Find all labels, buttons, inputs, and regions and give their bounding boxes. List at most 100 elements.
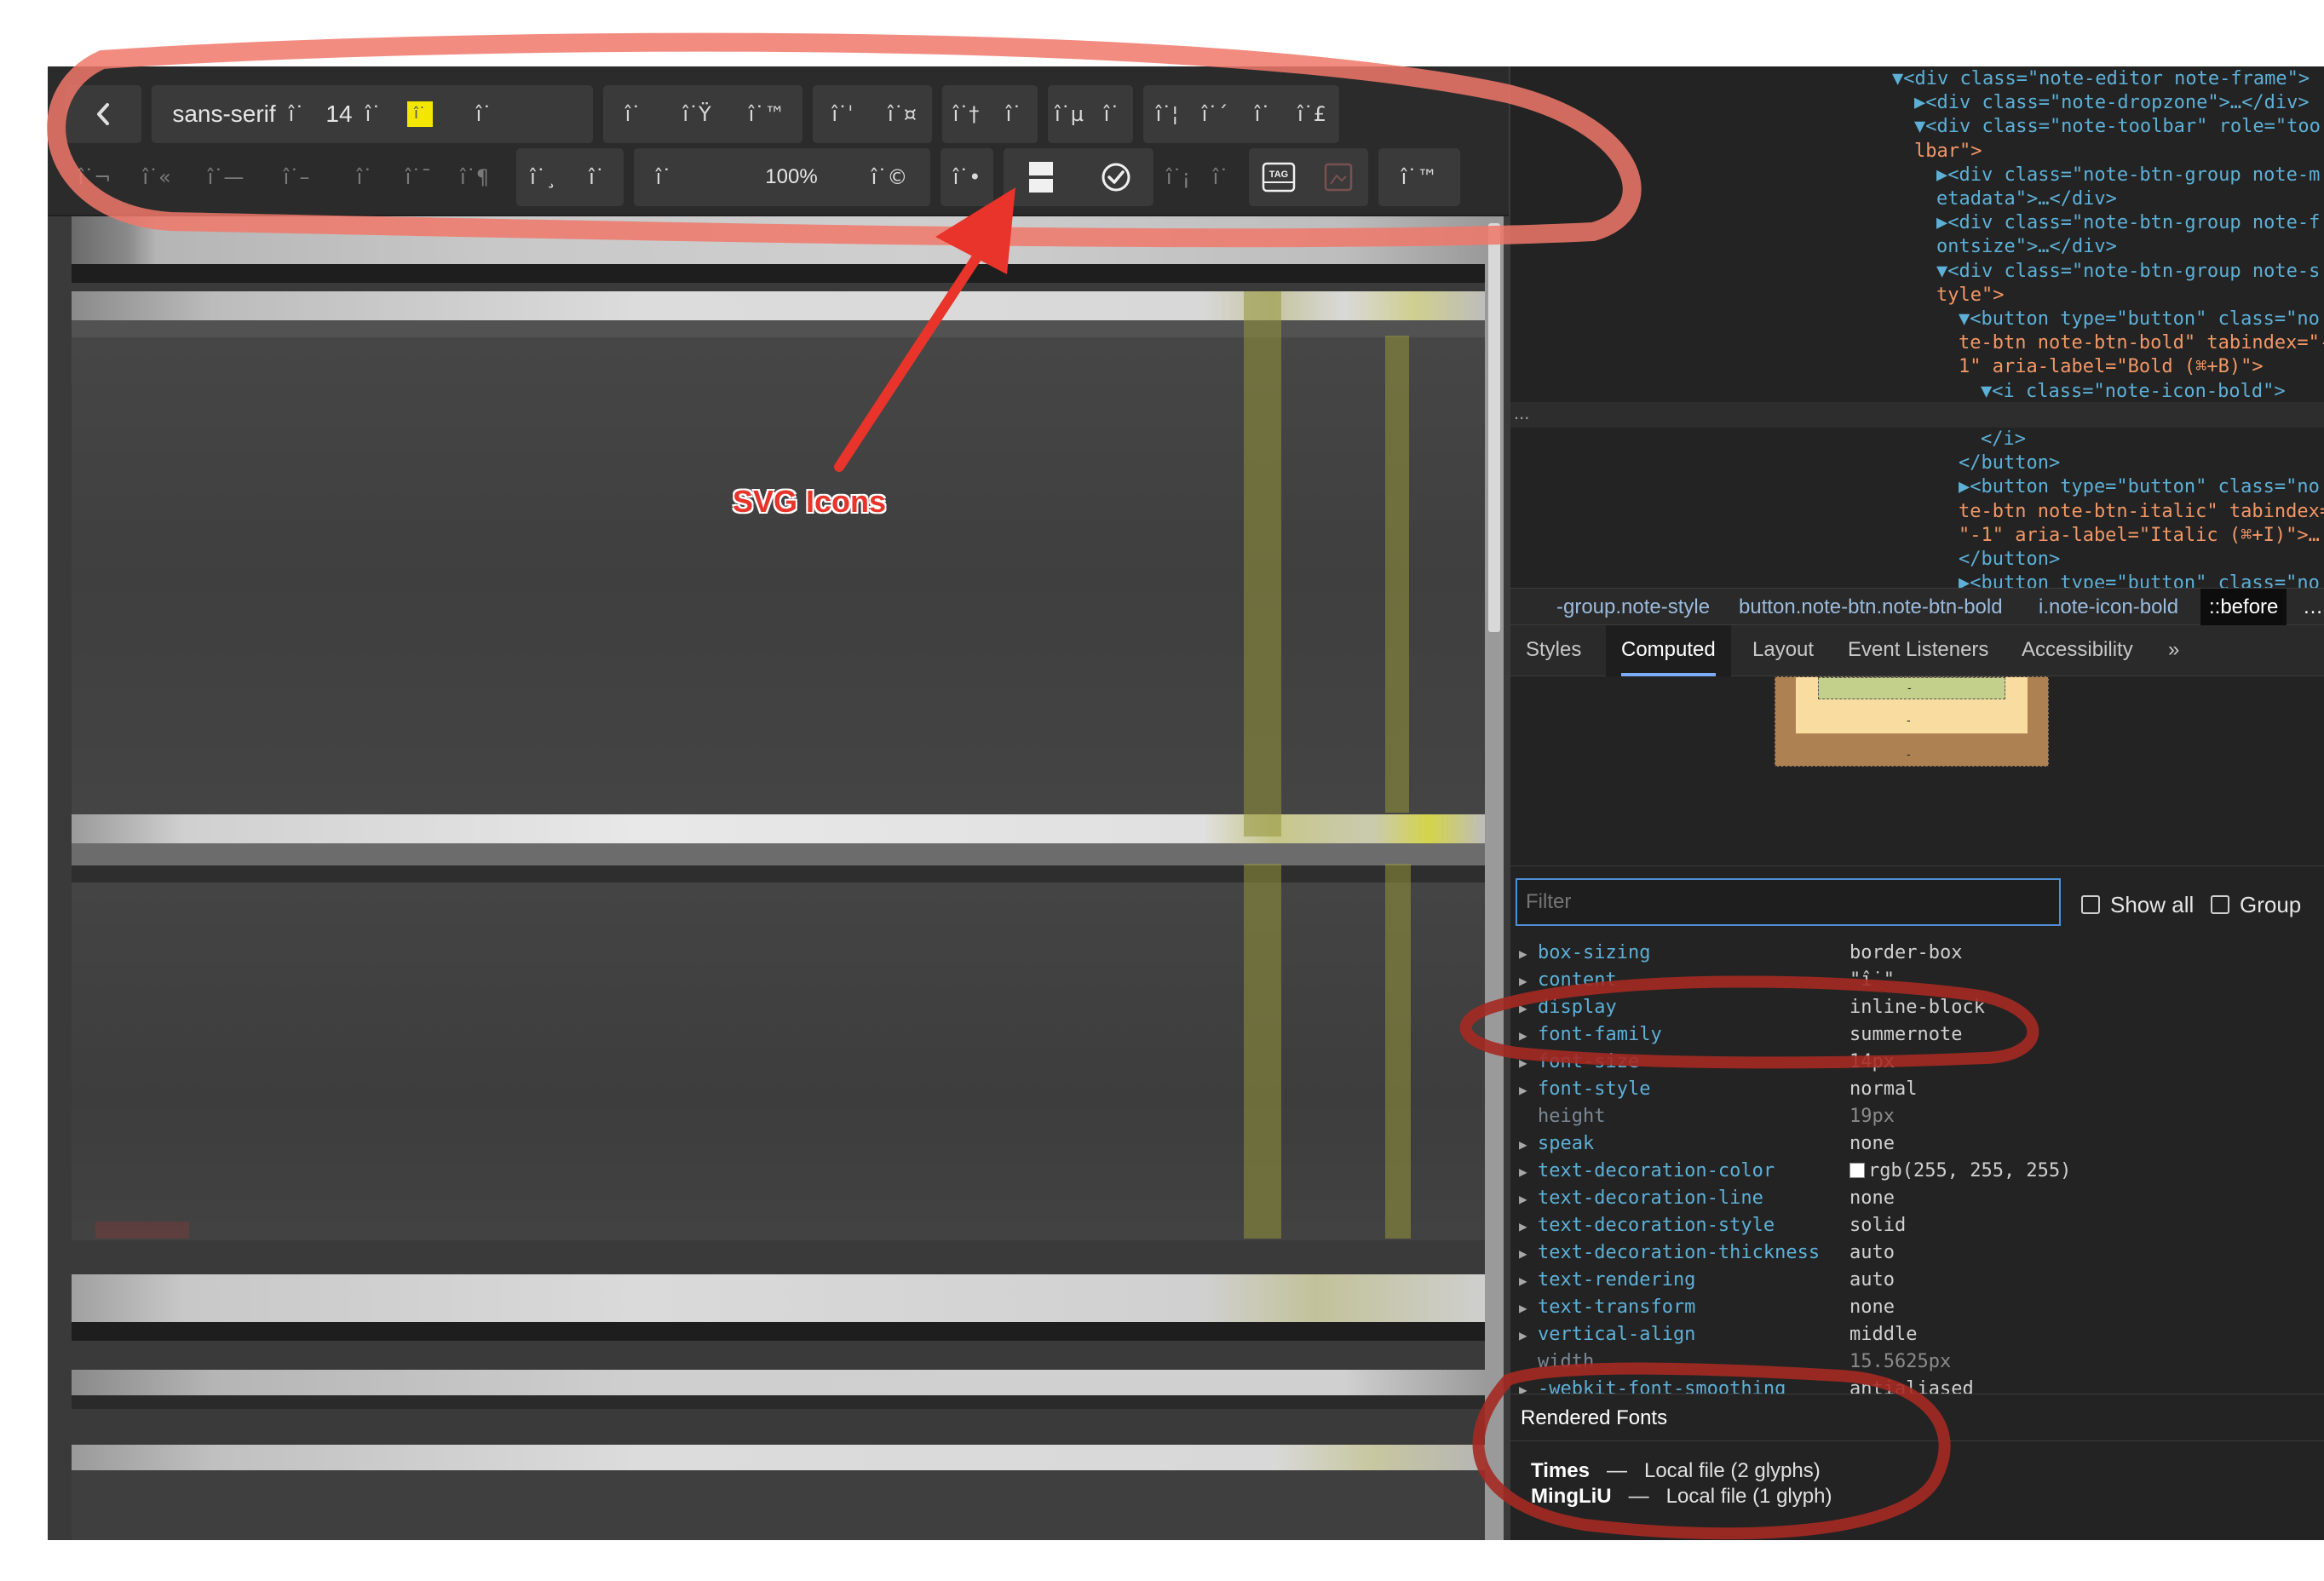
list-button-1[interactable]: î˙ˈ [813,85,872,143]
computed-property-row[interactable]: ▶ text-rendering auto [1510,1269,2324,1296]
zoom-out-button[interactable]: î˙ [634,148,693,206]
computed-property-row[interactable]: height 19px [1510,1106,2324,1133]
dom-node-line[interactable]: ▼<div class="note-toolbar" role="too [1914,116,2321,137]
check-button[interactable] [1079,148,1153,206]
computed-property-row[interactable]: ▶ font-family summernote [1510,1024,2324,1051]
dom-node-line[interactable]: 1" aria-label="Bold (⌘+B)"> [1959,356,2264,377]
undo-button[interactable]: î˙¬ [65,148,124,206]
misc-button-4[interactable]: î˙£ [1286,85,1337,143]
dom-node-line[interactable]: ▶<div class="note-dropzone">…</div> [1914,92,2310,113]
color-swatch[interactable] [1849,1163,1865,1178]
expand-triangle-icon[interactable]: ▶ [1519,1082,1527,1098]
style-button-2[interactable]: î˙Ÿ [663,85,731,143]
expand-triangle-icon[interactable]: ▶ [1519,1245,1527,1262]
dom-node-line[interactable]: te-btn note-btn-bold" tabindex="- [1959,332,2324,354]
more-dots[interactable]: ... [1514,402,1529,424]
tabs-more[interactable]: » [2153,625,2195,676]
height-button-1[interactable]: î˙µ [1048,85,1090,143]
expand-triangle-icon[interactable]: ▶ [1519,1327,1527,1343]
zoom-in-button[interactable]: î˙© [855,148,923,206]
dom-node-line[interactable]: lbar"> [1914,141,1982,162]
computed-property-row[interactable]: width 15.5625px [1510,1351,2324,1378]
dom-node-line[interactable]: ▶<div class="note-btn-group note-f [1936,212,2320,233]
computed-property-row[interactable]: ▶ content "î˙" [1510,969,2324,997]
expand-triangle-icon[interactable]: ▶ [1519,1191,1527,1207]
dom-node-line[interactable]: </button> [1959,452,2060,474]
dom-node-line[interactable]: ▶<div class="note-btn-group note-m [1936,164,2320,186]
font-size-caret[interactable]: î˙ [356,85,390,143]
dom-node-line[interactable]: te-btn note-btn-italic" tabindex= [1959,501,2324,522]
dom-node-line[interactable]: "-1" aria-label="Italic (⌘+I)">… [1959,525,2320,546]
code-button[interactable]: î˙• [941,148,993,206]
paragraph-button-1[interactable]: î˙† [942,85,990,143]
insert-button-1[interactable]: î˙¸ [516,148,570,206]
computed-property-row[interactable]: ▶ text-decoration-style solid [1510,1215,2324,1242]
expand-triangle-icon[interactable]: ▶ [1519,1027,1527,1043]
disabled-button-2[interactable]: î˙¯ [390,148,446,206]
back-button[interactable] [65,85,141,143]
breadcrumb-item[interactable]: button.note-btn.note-btn-bold [1739,595,2003,619]
tab-layout[interactable]: Layout [1737,625,1829,676]
filter-input[interactable] [1516,878,2061,926]
dom-node-line[interactable]: </i> [1981,428,2026,450]
misc-button-3[interactable]: î˙ [1239,85,1286,143]
tag-button[interactable]: TAG [1249,148,1309,206]
tab-event-listeners[interactable]: Event Listeners [1832,625,2004,676]
dom-node-line[interactable]: ▼<div class="note-btn-group note-s [1936,261,2320,282]
misc-button-1[interactable]: î˙¦ [1143,85,1191,143]
dom-node-line[interactable]: </button> [1959,549,2060,570]
expand-triangle-icon[interactable]: ▶ [1519,946,1527,962]
expand-triangle-icon[interactable]: ▶ [1519,1164,1527,1180]
split-view-button[interactable] [1004,148,1079,206]
expand-triangle-icon[interactable]: ▶ [1519,1055,1527,1071]
dom-node-line[interactable]: ▼<i class="note-icon-bold"> [1981,381,2286,402]
expand-triangle-icon[interactable]: ▶ [1519,973,1527,989]
disabled-button-4[interactable]: î˙¡ [1157,148,1199,206]
height-button-2[interactable]: î˙ [1090,85,1133,143]
disabled-button-5[interactable]: î˙ [1199,148,1242,206]
breadcrumb-item[interactable]: -group.note-style [1556,595,1710,619]
dom-node-line[interactable]: ▼<button type="button" class="no [1959,308,2320,330]
editor-scrollbar-thumb[interactable] [1488,223,1500,632]
breadcrumb-more[interactable]: … [2303,595,2323,619]
misc-button-2[interactable]: î˙´ [1191,85,1239,143]
breadcrumb-item[interactable]: i.note-icon-bold [2039,595,2178,619]
computed-property-row[interactable]: ▶ vertical-align middle [1510,1324,2324,1351]
image-button[interactable] [1309,148,1368,206]
computed-property-row[interactable]: ▶ text-decoration-thickness auto [1510,1242,2324,1269]
last-button[interactable]: î˙™ [1378,148,1460,206]
breadcrumb-item-active[interactable]: ::before [2200,589,2287,626]
color-caret[interactable]: î˙ [463,85,505,143]
paragraph-button-2[interactable]: î˙ [990,85,1038,143]
dom-node-line[interactable]: ▶<button type="button" class="no [1959,476,2320,497]
computed-property-row[interactable]: ▶ font-style normal [1510,1078,2324,1106]
computed-property-row[interactable]: ▶ text-transform none [1510,1296,2324,1324]
group-checkbox[interactable] [2211,895,2229,914]
list-button-2[interactable]: î˙¤ [872,85,932,143]
font-size-dropdown[interactable]: 14 [322,85,356,143]
computed-property-row[interactable]: ▶ text-decoration-line none [1510,1187,2324,1215]
computed-property-row[interactable]: ▶ speak none [1510,1133,2324,1160]
disabled-button-1[interactable]: î˙ [339,148,390,206]
history-button-3[interactable]: î˙— [189,148,262,206]
show-all-checkbox[interactable] [2081,895,2100,914]
redo-button[interactable]: î˙« [124,148,189,206]
tab-styles[interactable]: Styles [1510,625,1596,676]
dom-node-line[interactable]: ▼<div class="note-editor note-frame"> [1892,68,2310,89]
disabled-button-3[interactable]: î˙¶ [446,148,503,206]
expand-triangle-icon[interactable]: ▶ [1519,1136,1527,1153]
tab-computed[interactable]: Computed [1606,625,1731,676]
style-button-3[interactable]: î˙™ [731,85,802,143]
computed-property-row[interactable]: ▶ text-decoration-color rgb(255, 255, 255) [1510,1160,2324,1187]
expand-triangle-icon[interactable]: ▶ [1519,1273,1527,1289]
computed-property-row[interactable]: ▶ box-sizing border-box [1510,942,2324,969]
dom-node-line[interactable]: tyle"> [1936,285,2004,306]
dom-node-line[interactable]: etadata">…</div> [1936,188,2117,210]
computed-property-row[interactable]: ▶ display inline-block [1510,997,2324,1024]
expand-triangle-icon[interactable]: ▶ [1519,1300,1527,1316]
insert-button-2[interactable]: î˙ [570,148,624,206]
tab-accessibility[interactable]: Accessibility [2006,625,2149,676]
font-name-dropdown[interactable]: sans-serif [169,85,279,143]
computed-property-row[interactable]: ▶ font-size 14px [1510,1051,2324,1078]
expand-triangle-icon[interactable]: ▶ [1519,1218,1527,1234]
